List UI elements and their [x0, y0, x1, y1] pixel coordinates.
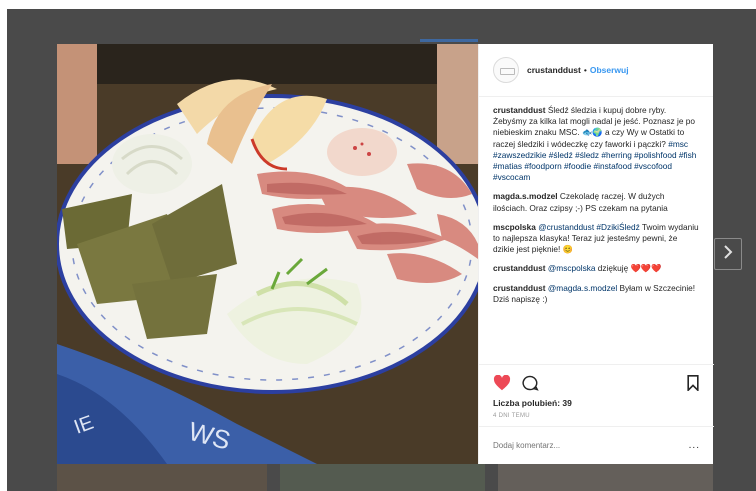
- follow-button[interactable]: Obserwuj: [590, 65, 629, 75]
- post-timestamp: 4 DNI TEMU: [493, 413, 530, 419]
- bookmark-icon[interactable]: [686, 375, 700, 393]
- comments-list[interactable]: crustanddust Śledź śledzia i kupuj dobre…: [479, 97, 713, 359]
- comment-username[interactable]: crustanddust: [493, 283, 546, 293]
- list-item: crustanddust @magda.s.modzel Byłam w Szc…: [493, 283, 699, 305]
- comment-input[interactable]: [493, 441, 663, 450]
- comment-mention[interactable]: @magda.s.modzel: [548, 283, 617, 293]
- avatar[interactable]: [493, 57, 519, 83]
- comment-text: dziękuję ❤️❤️❤️: [595, 263, 662, 274]
- post-photo[interactable]: IE WS: [57, 44, 478, 464]
- author-username[interactable]: crustanddust: [527, 65, 581, 75]
- comment-username[interactable]: crustanddust: [493, 105, 546, 115]
- action-icons: [493, 372, 700, 394]
- likes-count[interactable]: Liczba polubień: 39: [493, 398, 700, 408]
- heart-icon[interactable]: [493, 374, 511, 391]
- comment-username[interactable]: crustanddust: [493, 263, 546, 273]
- bg-thumbnail: [498, 462, 713, 491]
- next-post-button[interactable]: [714, 238, 742, 270]
- comment-username[interactable]: magda.s.modzel: [493, 191, 558, 201]
- list-item: crustanddust @mscpolska dziękuję ❤️❤️❤️: [493, 263, 699, 274]
- comment-username[interactable]: mscpolska: [493, 222, 536, 232]
- header-separator: •: [583, 65, 587, 75]
- list-item: mscpolska @crustanddust #DzikiŚledź Twoi…: [493, 222, 699, 256]
- post-actions: Liczba polubień: 39 4 DNI TEMU: [479, 364, 714, 419]
- herring-plate-photo: IE WS: [57, 44, 478, 464]
- comment-mention[interactable]: @mscpolska: [548, 263, 596, 273]
- bg-thumbnail: [280, 462, 485, 491]
- post-header: crustanddust • Obserwuj: [479, 44, 713, 97]
- list-item: magda.s.modzel Czekoladę raczej. W dużyc…: [493, 191, 699, 213]
- post-details-panel: crustanddust • Obserwuj crustanddust Śle…: [478, 44, 714, 464]
- bg-thumbnail: [57, 462, 267, 491]
- comment-mention[interactable]: @crustanddust #DzikiŚledź: [538, 222, 640, 232]
- add-comment-bar: ...: [479, 426, 714, 464]
- comment-icon[interactable]: [521, 375, 539, 391]
- bg-thumbnail-edge: [420, 39, 478, 42]
- caption: crustanddust Śledź śledzia i kupuj dobre…: [493, 105, 699, 183]
- more-options-button[interactable]: ...: [689, 440, 700, 451]
- chevron-right-icon: [723, 244, 733, 265]
